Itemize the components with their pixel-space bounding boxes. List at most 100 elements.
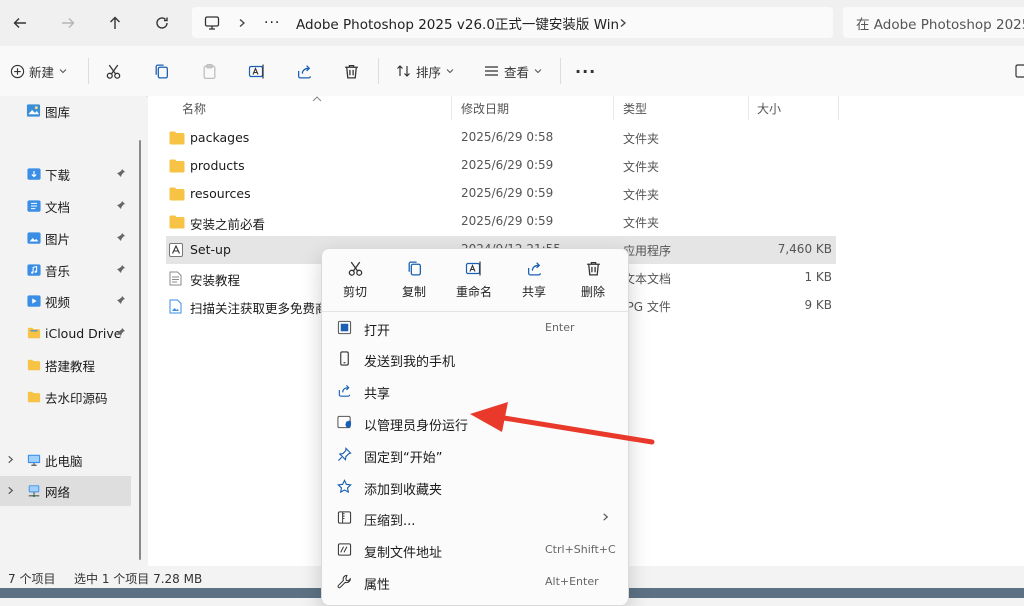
breadcrumb-overflow-icon[interactable]: ··· [264,7,280,38]
file-row[interactable]: 安装之前必看 2025/6/29 0:59 文件夹 [166,208,836,236]
paste-button[interactable] [201,56,218,86]
zip-icon [337,511,352,524]
breadcrumb-expand-icon[interactable] [618,7,628,38]
context-rename-button[interactable]: 重命名 [446,257,502,303]
sidebar-item-documents[interactable]: 文档 [0,191,131,221]
column-header-name[interactable]: 名称 [182,100,206,117]
column-header-date[interactable]: 修改日期 [461,100,509,117]
rename-button[interactable] [248,56,266,86]
column-divider[interactable] [748,96,749,120]
forward-arrow-icon [62,18,75,28]
sidebar-item-this-pc[interactable]: 此电脑 [0,445,131,475]
file-row[interactable]: packages 2025/6/29 0:58 文件夹 [166,124,836,152]
column-header-size[interactable]: 大小 [757,100,781,117]
file-date: 2025/6/29 0:59 [461,214,554,228]
pin-icon [117,265,125,273]
menu-item-add-to-favorites[interactable]: 添加到收藏夹 [326,472,624,502]
star-icon [337,479,352,494]
file-type: 文本文档 [623,272,672,286]
sidebar-item-label: 去水印源码 [45,390,108,406]
sidebar-item-icloud-drive[interactable]: iCloud Drive [0,318,131,348]
file-size: 1 KB [804,270,832,284]
open-icon [337,320,352,335]
sidebar-item-setup-guide[interactable]: 搭建教程 [0,350,131,380]
sidebar-item-music[interactable]: 音乐 [0,255,131,285]
copy-button[interactable] [153,56,170,86]
chevron-right-icon[interactable] [6,486,15,495]
menu-item-shortcut: Alt+Enter [545,575,599,588]
sidebar-item-label: 搭建教程 [45,358,96,374]
file-type: 文件夹 [623,132,660,146]
sidebar-item-label: 图片 [45,231,71,247]
view-list-icon [485,66,498,76]
menu-item-properties[interactable]: 属性 Alt+Enter [326,567,624,597]
column-header-type[interactable]: 类型 [623,100,647,117]
cut-button[interactable] [105,56,122,86]
sidebar-item-label: iCloud Drive [45,325,122,341]
sidebar-item-network[interactable]: 网络 [0,476,131,506]
sidebar-item-label: 图库 [45,104,71,120]
sidebar-item-downloads[interactable]: 下载 [0,159,131,189]
search-input[interactable]: 在 Adobe Photoshop 2025 v26.0... [843,7,1024,38]
this-pc-crumb[interactable] [204,7,220,38]
view-button[interactable]: 查看 [483,56,542,86]
sidebar-item-gallery[interactable]: 图库 [0,96,131,126]
menu-item-compress[interactable]: 压缩到... [326,503,624,533]
menu-item-open[interactable]: 打开 Enter [326,313,624,343]
column-divider[interactable] [613,96,614,120]
sidebar-item-pictures[interactable]: 图片 [0,223,131,253]
file-date: 2025/6/29 0:59 [461,186,554,200]
sort-button[interactable]: 排序 [395,56,454,86]
context-delete-button[interactable]: 删除 [565,257,621,303]
breadcrumb-current[interactable]: Adobe Photoshop 2025 v26.0正式一键安装版 Win [296,7,619,38]
rename-icon [248,64,264,78]
context-cut-button[interactable]: 剪切 [327,257,383,303]
file-size: 9 KB [804,298,832,312]
quick-action-label: 剪切 [342,285,367,299]
sidebar-item-watermark-source[interactable]: 去水印源码 [0,382,131,412]
file-date: 2025/6/29 0:58 [461,130,554,144]
toolbar-divider [88,58,89,84]
file-name: products [190,158,245,173]
annotation-arrow-icon [470,402,655,445]
address-path-box[interactable]: ··· Adobe Photoshop 2025 v26.0正式一键安装版 Wi… [192,7,833,38]
share-icon [338,384,351,397]
share-icon [527,262,541,276]
refresh-button[interactable] [148,9,176,37]
folder-icon [169,187,185,201]
file-row[interactable]: products 2025/6/29 0:59 文件夹 [166,152,836,180]
menu-item-label: 添加到收藏夹 [364,483,443,498]
column-divider[interactable] [451,96,452,120]
column-divider[interactable] [838,96,839,120]
file-name: Set-up [190,242,231,257]
delete-button[interactable] [343,56,360,86]
file-name: 安装之前必看 [190,217,266,232]
file-name: packages [190,130,250,145]
chevron-right-icon[interactable] [6,455,15,464]
new-button[interactable]: 新建 [10,56,67,86]
share-button[interactable] [296,56,313,86]
breadcrumb-separator-icon [237,7,247,38]
sidebar-item-label: 音乐 [45,263,71,279]
file-row[interactable]: resources 2025/6/29 0:59 文件夹 [166,180,836,208]
menu-item-copy-path[interactable]: 复制文件地址 Ctrl+Shift+C [326,535,624,565]
sidebar-scrollbar[interactable] [139,140,141,560]
context-quick-actions: 剪切 复制 重命名 共享 删除 [322,249,628,307]
music-folder-icon [27,264,41,276]
back-button[interactable] [6,9,34,37]
details-pane-button[interactable] [1015,56,1024,86]
more-options-button[interactable]: ··· [575,56,596,86]
forward-button[interactable] [54,9,82,37]
chevron-down-icon [446,69,454,74]
context-share-button[interactable]: 共享 [506,257,562,303]
up-button[interactable] [101,9,129,37]
file-date: 2025/6/29 0:59 [461,158,554,172]
more-options-icon: ··· [575,61,597,81]
menu-item-shortcut: Enter [545,321,575,334]
refresh-icon [156,17,168,29]
icloud-folder-icon [27,327,41,339]
menu-item-send-to-phone[interactable]: 发送到我的手机 [326,344,624,374]
folder-icon [27,359,41,371]
sidebar-item-videos[interactable]: 视频 [0,286,131,316]
context-copy-button[interactable]: 复制 [386,257,442,303]
